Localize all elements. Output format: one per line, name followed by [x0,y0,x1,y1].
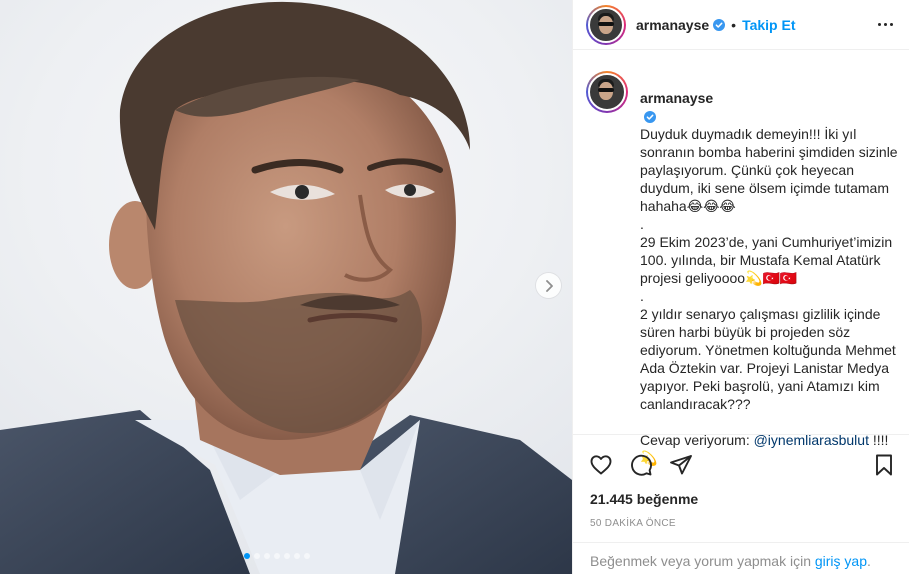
login-link[interactable]: giriş yap [815,553,867,569]
carousel-indicator [244,553,310,559]
login-prompt-period: . [867,553,871,569]
share-icon[interactable] [669,453,693,477]
verified-badge-icon [644,111,656,124]
caption: armanayse Duyduk duymadık demeyin!!! İki… [586,71,904,467]
carousel-dot [304,553,310,559]
carousel-dot [274,553,280,559]
caption-text: armanayse Duyduk duymadık demeyin!!! İki… [640,71,898,467]
separator-dot: • [731,16,737,33]
post-header: armanayse • Takip Et [573,0,909,50]
heart-icon[interactable] [589,453,613,477]
likes-count[interactable]: 21.445 beğenme [573,481,909,507]
carousel-dot [294,553,300,559]
portrait-photo [0,1,572,574]
more-options-icon[interactable] [878,23,893,26]
carousel-dot [284,553,290,559]
post-image[interactable] [0,0,572,574]
header-username[interactable]: armanayse [636,17,709,33]
post-actions-section: 21.445 beğenme 50 DAKİKA ÖNCE [573,434,909,529]
bookmark-icon[interactable] [872,453,896,477]
carousel-dot [264,553,270,559]
verified-badge-icon [713,18,726,31]
caption-avatar[interactable] [586,71,628,113]
caption-paragraph: . [640,216,644,232]
comment-icon[interactable] [629,453,653,477]
caption-paragraph: 29 Ekim 2023’de, yani Cumhuriyet’imizin … [640,234,893,286]
follow-button[interactable]: Takip Et [742,17,795,33]
carousel-dot [254,553,260,559]
caption-paragraph: . [640,288,644,304]
next-arrow-icon[interactable] [536,273,561,298]
caption-paragraph: 2 yıldır senaryo çalışması gizlilik için… [640,306,896,412]
login-prompt: Beğenmek veya yorum yapmak için giriş ya… [573,542,909,574]
post-timestamp[interactable]: 50 DAKİKA ÖNCE [573,507,909,529]
caption-paragraph: Duyduk duymadık demeyin!!! İki yıl sonra… [640,126,898,214]
caption-username[interactable]: armanayse [640,90,713,106]
login-prompt-text: Beğenmek veya yorum yapmak için [590,553,815,569]
post-side-panel: armanayse • Takip Et armanayse Duyduk du… [572,0,909,574]
carousel-dot [244,553,250,559]
action-bar [573,435,909,481]
avatar[interactable] [586,4,626,45]
